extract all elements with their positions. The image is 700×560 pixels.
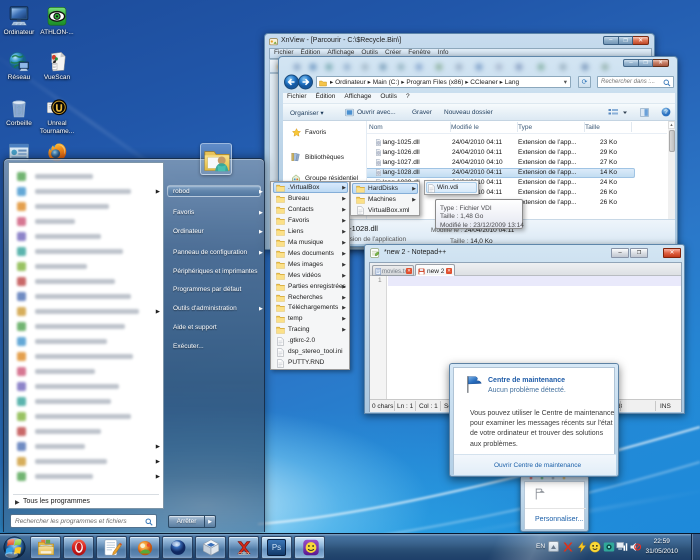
svg-text:?: ?: [664, 109, 668, 116]
svg-text:CDEX: CDEX: [238, 551, 250, 556]
